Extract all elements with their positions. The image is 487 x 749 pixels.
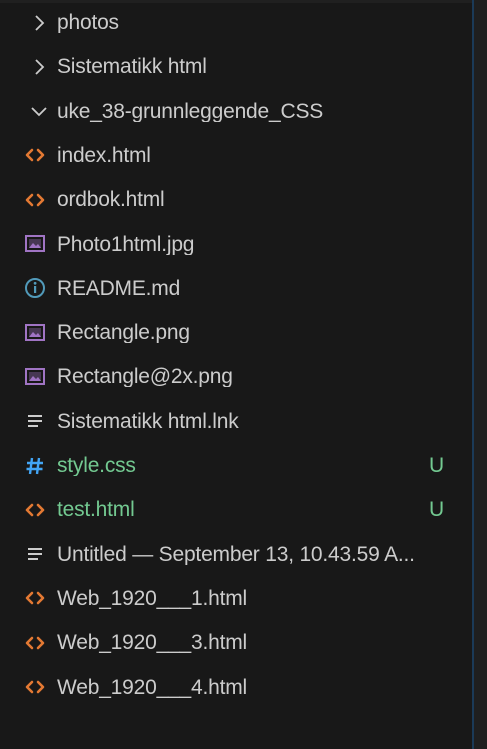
file-row[interactable]: Photo1html.jpg <box>0 222 472 267</box>
chevron-right-icon <box>29 13 49 33</box>
lines-icon <box>24 543 46 565</box>
tree-item-label: Sistematikk html.lnk <box>57 410 239 432</box>
file-explorer-panel: photos Sistematikk html uke_38-grunnleggen… <box>0 0 472 749</box>
file-row[interactable]: Untitled — September 13, 10.43.59 A... <box>0 532 472 577</box>
tree-item-label: Web_1920___1.html <box>57 587 248 609</box>
file-row[interactable]: style.css U <box>0 443 472 488</box>
css-hash-icon <box>24 455 46 477</box>
tree-item-label: index.html <box>57 144 151 166</box>
tree-item-label: Web_1920___3.html <box>57 632 248 654</box>
file-row[interactable]: index.html <box>0 133 472 178</box>
html-icon <box>24 587 46 609</box>
tree-item-label: Sistematikk html <box>57 56 207 78</box>
image-icon <box>24 233 46 255</box>
tree-item-label: README.md <box>57 277 181 299</box>
info-icon <box>24 277 46 299</box>
folder-row[interactable]: photos <box>0 0 472 45</box>
chevron-down-icon <box>29 101 49 121</box>
tree-item-label: style.css <box>57 455 136 476</box>
tree-item-label: test.html <box>57 499 135 521</box>
file-row[interactable]: Sistematikk html.lnk <box>0 399 472 444</box>
html-icon <box>24 499 46 521</box>
tree-item-label: Web_1920___4.html <box>57 676 248 698</box>
file-row[interactable]: Web_1920___3.html <box>0 620 472 665</box>
editor-edge <box>474 0 487 749</box>
lines-icon <box>24 410 46 432</box>
file-row[interactable]: ordbok.html <box>0 177 472 222</box>
image-icon <box>24 366 46 388</box>
file-row[interactable]: Rectangle@2x.png <box>0 354 472 399</box>
html-icon <box>24 144 46 166</box>
tree-item-label: photos <box>57 12 119 33</box>
tree-item-label: Untitled — September 13, 10.43.59 A... <box>57 543 415 565</box>
git-untracked-badge: U <box>429 453 445 477</box>
file-row[interactable]: test.html U <box>0 487 472 532</box>
file-row[interactable]: README.md <box>0 266 472 311</box>
tree-item-label: Photo1html.jpg <box>57 233 195 255</box>
html-icon <box>24 189 46 211</box>
git-untracked-badge: U <box>429 497 445 521</box>
html-icon <box>24 632 46 654</box>
tree-item-label: Rectangle.png <box>57 322 190 344</box>
file-row[interactable]: Web_1920___1.html <box>0 576 472 621</box>
tree-item-label: ordbok.html <box>57 189 165 211</box>
image-icon <box>24 322 46 344</box>
tree-item-label: uke_38-grunnleggende_CSS <box>57 100 324 122</box>
folder-row[interactable]: Sistematikk html <box>0 44 472 89</box>
html-icon <box>24 676 46 698</box>
file-row[interactable]: Web_1920___4.html <box>0 665 472 710</box>
file-row[interactable]: Rectangle.png <box>0 310 472 355</box>
tree-item-label: Rectangle@2x.png <box>57 366 233 388</box>
folder-row[interactable]: uke_38-grunnleggende_CSS <box>0 89 472 134</box>
chevron-right-icon <box>29 57 49 77</box>
